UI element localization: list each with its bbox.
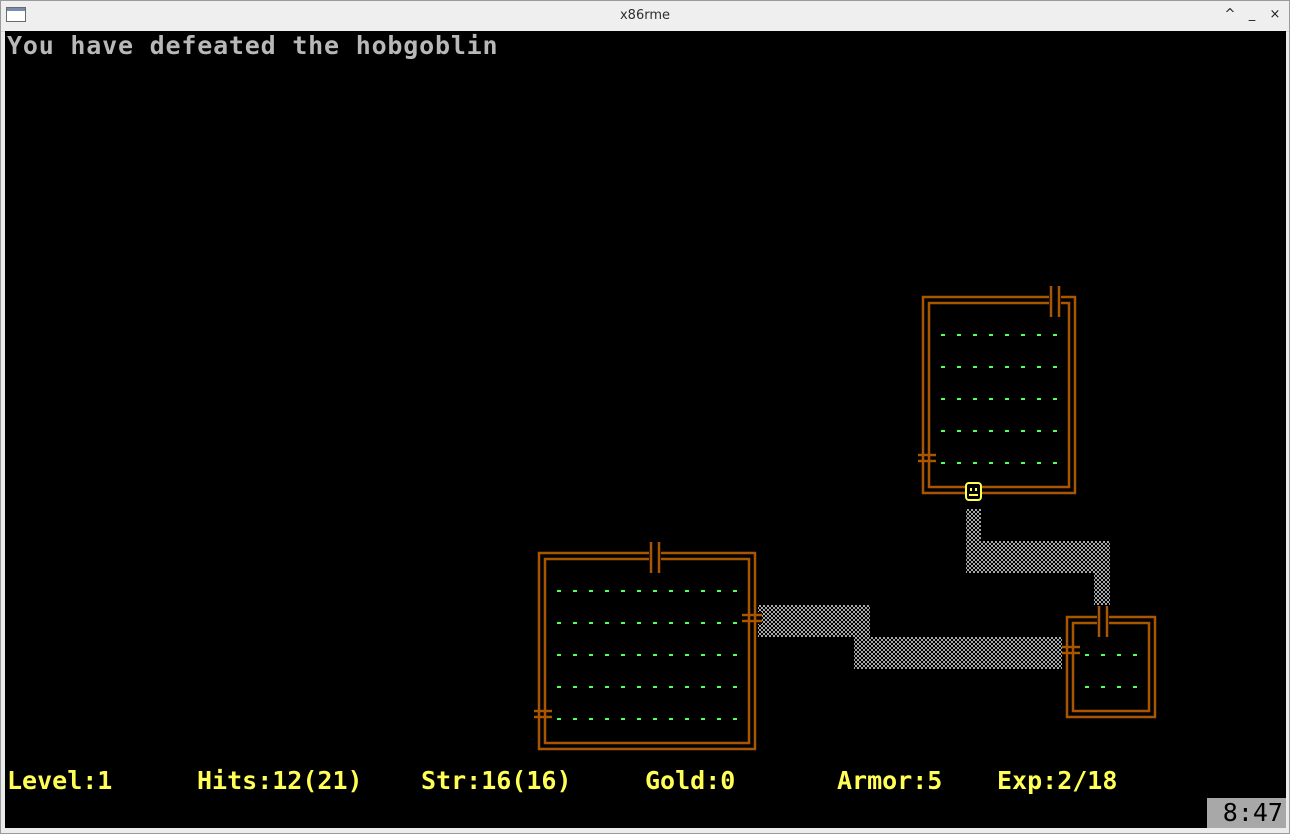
passages [758,509,1110,669]
game-screen[interactable]: You have defeated the hobgoblin Level:1 … [5,31,1286,828]
room-top-right [918,286,1077,495]
passage-segment [1094,573,1110,605]
door [1049,286,1061,318]
status-armor: Armor:5 [837,766,943,795]
window-title: x86rme [619,8,670,23]
status-gold: Gold:0 [645,766,736,795]
room-wall-outer [921,295,1077,495]
player-smiley-icon [965,482,982,501]
room-wall-inner [543,557,751,745]
door [918,452,936,464]
door [534,708,552,720]
title-bar[interactable]: x86rme ^ _ × [1,1,1289,32]
status-hits: Hits:12(21) [197,766,363,795]
door [1062,644,1080,656]
room-bottom-center-floor [557,590,741,720]
app-window: x86rme ^ _ × You have defeated the hobgo… [0,0,1290,834]
maximize-button[interactable]: ^ [1220,5,1240,25]
room-wall-outer [1065,615,1157,719]
status-strength: Str:16(16) [421,766,572,795]
door [1097,606,1109,638]
room-bottom-right [1062,606,1157,719]
room-bottom-right-floor [1085,654,1141,688]
room-wall-inner [927,301,1071,489]
minimize-button[interactable]: _ [1242,5,1262,25]
status-experience: Exp:2/18 [997,766,1118,795]
door [742,612,762,624]
passage-segment [966,509,981,541]
passage-segment [854,637,1062,669]
game-clock: 8:47 [1207,798,1286,828]
passage-segment [758,605,870,637]
room-wall-inner [1071,621,1151,713]
close-button[interactable]: × [1265,5,1285,25]
passage-segment [966,541,1110,573]
dungeon-map [534,286,1157,751]
room-bottom-center [534,542,762,751]
room-wall-outer [537,551,757,751]
room-top-right-floor [941,334,1061,464]
door [649,542,661,574]
status-level: Level:1 [7,766,113,795]
